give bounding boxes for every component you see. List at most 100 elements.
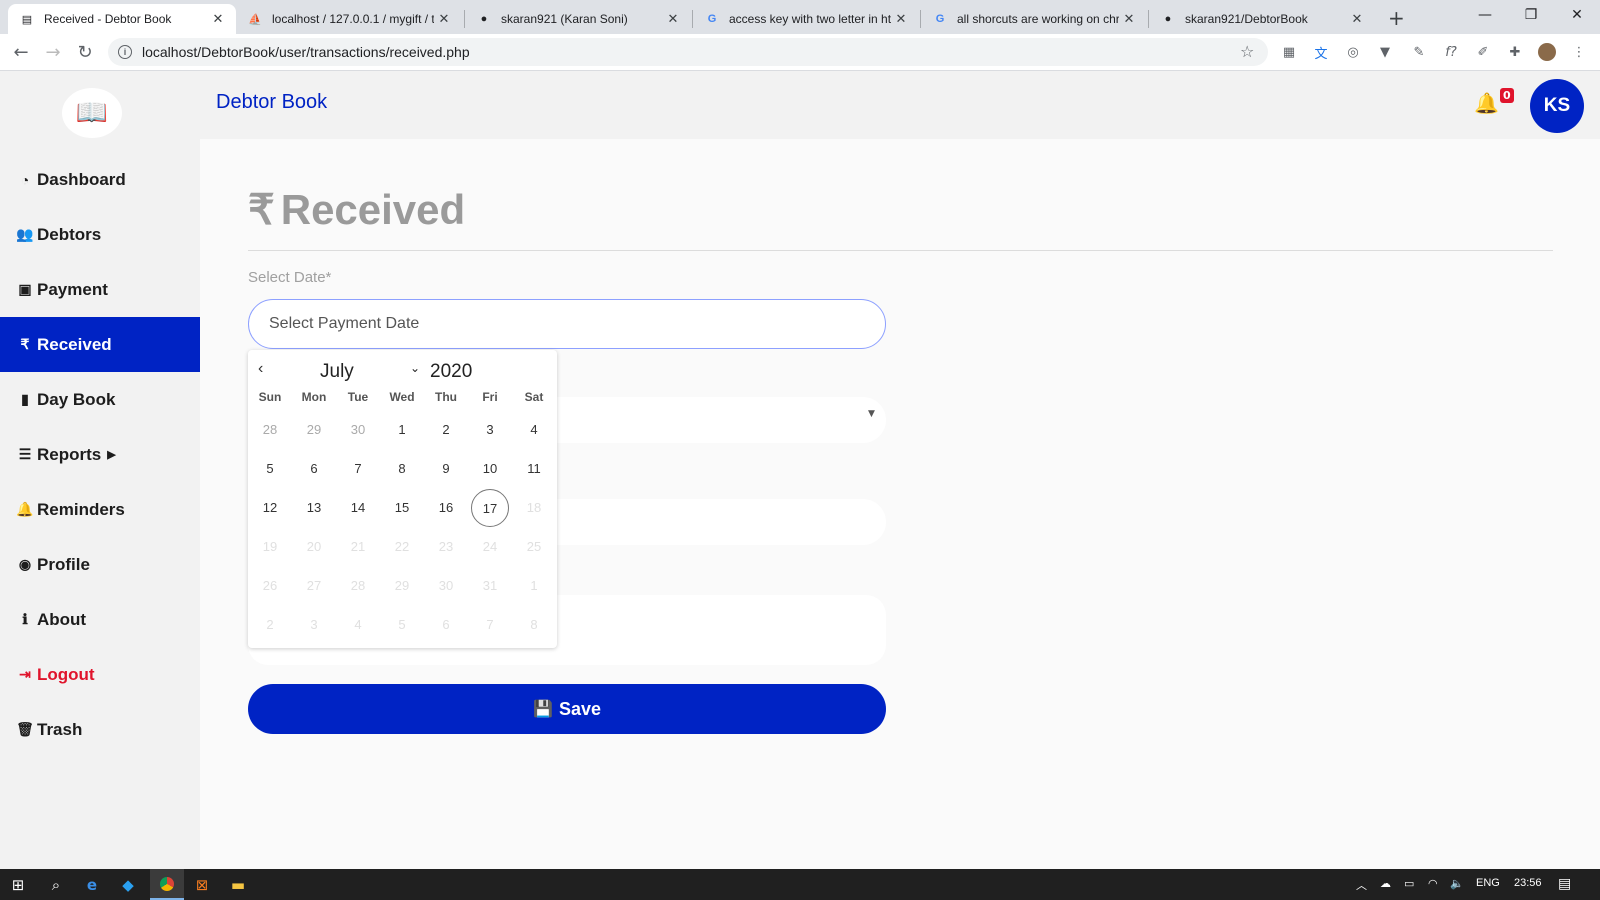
weekday-header: Fri	[482, 390, 498, 404]
tab-google-shortcuts[interactable]: G all shorcuts are working on chr ✕	[921, 4, 1147, 34]
translate-icon[interactable]: 文	[1312, 43, 1330, 62]
calendar-day[interactable]: 14	[339, 489, 377, 527]
extension-icon[interactable]: ▦	[1280, 43, 1298, 61]
sidebar-item-profile[interactable]: ◉ Profile	[0, 537, 200, 592]
calendar-day-today[interactable]: 17	[471, 489, 509, 527]
tab-github-repo[interactable]: ● skaran921/DebtorBook ✕	[1149, 4, 1375, 34]
calendar-day: 31	[482, 578, 498, 593]
tab-github-profile[interactable]: ● skaran921 (Karan Soni) ✕	[465, 4, 691, 34]
vscode-icon[interactable]: ◆	[116, 869, 140, 900]
sidebar-item-reminders[interactable]: 🔔 Reminders	[0, 482, 200, 537]
new-tab-button[interactable]: +	[1388, 6, 1405, 30]
bookmark-star-icon[interactable]: ☆	[1240, 42, 1254, 61]
money-bill-icon: ▣	[18, 281, 32, 297]
sidebar-item-label: About	[37, 609, 87, 629]
xampp-icon[interactable]: ⊠	[190, 869, 214, 900]
info-icon[interactable]: i	[118, 45, 132, 59]
brand-title[interactable]: Debtor Book	[216, 91, 327, 114]
calendar-day[interactable]: 2	[427, 411, 465, 449]
calendar-day[interactable]: 11	[515, 450, 553, 488]
tab-phpmyadmin[interactable]: ⛵ localhost / 127.0.0.1 / mygift / t ✕	[236, 4, 462, 34]
sidebar-item-trash[interactable]: 🗑 Trash	[0, 702, 200, 757]
user-avatar[interactable]: KS	[1530, 79, 1584, 133]
caret-right-icon: ▶	[107, 449, 116, 461]
restore-button[interactable]: ❐	[1508, 0, 1554, 30]
close-icon[interactable]: ✕	[434, 11, 454, 27]
calendar-day[interactable]: 8	[383, 450, 421, 488]
sidebar-item-day-book[interactable]: ▮ Day Book	[0, 372, 200, 427]
window-close-button[interactable]: ✕	[1554, 0, 1600, 30]
menu-icon[interactable]: ⋮	[1570, 43, 1588, 61]
profile-avatar-icon[interactable]	[1538, 43, 1556, 61]
clock[interactable]: 23:56	[1514, 877, 1542, 889]
calendar-day[interactable]: 12	[251, 489, 289, 527]
chevron-down-icon[interactable]: ⌄	[410, 361, 420, 375]
close-icon[interactable]: ✕	[1119, 11, 1139, 27]
tab-received[interactable]: ▤ Received - Debtor Book ✕	[8, 4, 236, 34]
sidebar-item-dashboard[interactable]: ◔ Dashboard	[0, 152, 200, 207]
volume-icon[interactable]: 🔈	[1450, 877, 1464, 890]
wifi-icon[interactable]: ◠	[1428, 877, 1438, 890]
calendar-day[interactable]: 6	[295, 450, 333, 488]
back-button[interactable]: ←	[8, 39, 34, 65]
close-icon[interactable]: ✕	[663, 11, 683, 27]
extension-icon[interactable]: ◎	[1344, 43, 1362, 61]
calendar-day[interactable]: 16	[427, 489, 465, 527]
sidebar-item-label: Day Book	[37, 389, 116, 409]
notifications-icon[interactable]: ▤	[1558, 875, 1571, 892]
calendar-day[interactable]: 7	[339, 450, 377, 488]
edge-icon[interactable]: e	[80, 869, 104, 900]
formula-icon[interactable]: f?	[1442, 43, 1460, 61]
minimize-button[interactable]: —	[1462, 0, 1508, 30]
puzzle-icon[interactable]: ✚	[1506, 43, 1524, 61]
reload-button[interactable]: ↻	[72, 39, 98, 65]
vuejs-devtools-icon[interactable]: ▼	[1376, 43, 1394, 61]
extension-icon[interactable]: ✎	[1410, 43, 1428, 61]
chevron-up-icon[interactable]: ︿	[1356, 877, 1367, 893]
prev-month-icon[interactable]: ‹	[258, 360, 263, 378]
sidebar-item-payment[interactable]: ▣ Payment	[0, 262, 200, 317]
calendar-day[interactable]: 3	[471, 411, 509, 449]
tab-google-access-key[interactable]: G access key with two letter in ht ✕	[693, 4, 919, 34]
sidebar-item-about[interactable]: ℹ About	[0, 592, 200, 647]
calendar-day: 29	[306, 422, 322, 437]
calendar-day[interactable]: 15	[383, 489, 421, 527]
language-indicator[interactable]: ENG	[1476, 877, 1500, 889]
extension-icon[interactable]: ✐	[1474, 43, 1492, 61]
address-bar[interactable]: i localhost/DebtorBook/user/transactions…	[108, 38, 1268, 66]
calendar-day: 19	[262, 539, 278, 554]
month-select[interactable]: July	[320, 361, 354, 383]
app-logo[interactable]: 📖	[62, 88, 122, 138]
calendar-day[interactable]: 9	[427, 450, 465, 488]
close-icon[interactable]: ✕	[208, 11, 228, 27]
browser-toolbar: ← → ↻ i localhost/DebtorBook/user/transa…	[0, 34, 1600, 71]
close-icon[interactable]: ✕	[1347, 11, 1367, 27]
calendar-day: 30	[350, 422, 366, 437]
file-explorer-icon[interactable]: ▬	[226, 869, 250, 900]
sidebar-item-label: Debtors	[37, 224, 102, 244]
forward-button[interactable]: →	[40, 39, 66, 65]
tab-title: skaran921 (Karan Soni)	[501, 12, 628, 26]
calendar-day[interactable]: 1	[383, 411, 421, 449]
chrome-icon[interactable]	[150, 869, 184, 900]
sidebar-item-logout[interactable]: ⇥ Logout	[0, 647, 200, 702]
calendar-day[interactable]: 13	[295, 489, 333, 527]
notification-bell-icon[interactable]: 🔔	[1474, 91, 1499, 115]
sidebar-item-debtors[interactable]: 👥 Debtors	[0, 207, 200, 262]
search-icon[interactable]: ⌕	[44, 869, 68, 900]
onedrive-icon[interactable]: ☁	[1380, 877, 1391, 890]
save-button[interactable]: 💾 Save	[248, 684, 886, 734]
app-header: Debtor Book 🔔 0 KS	[200, 71, 1600, 139]
payment-date-input[interactable]	[248, 299, 886, 349]
year-input[interactable]: 2020	[430, 361, 472, 383]
sidebar-item-reports[interactable]: ☰ Reports ▶	[0, 427, 200, 482]
calendar-day[interactable]: 10	[471, 450, 509, 488]
calendar-day[interactable]: 4	[515, 411, 553, 449]
battery-icon[interactable]: ▭	[1404, 877, 1414, 890]
calendar-day: 29	[394, 578, 410, 593]
calendar-day[interactable]: 5	[251, 450, 289, 488]
sidebar-item-received[interactable]: ₹ Received	[0, 317, 200, 372]
close-icon[interactable]: ✕	[891, 11, 911, 27]
windows-start-icon[interactable]: ⊞	[6, 869, 30, 900]
sidebar-item-label: Reminders	[37, 499, 125, 519]
